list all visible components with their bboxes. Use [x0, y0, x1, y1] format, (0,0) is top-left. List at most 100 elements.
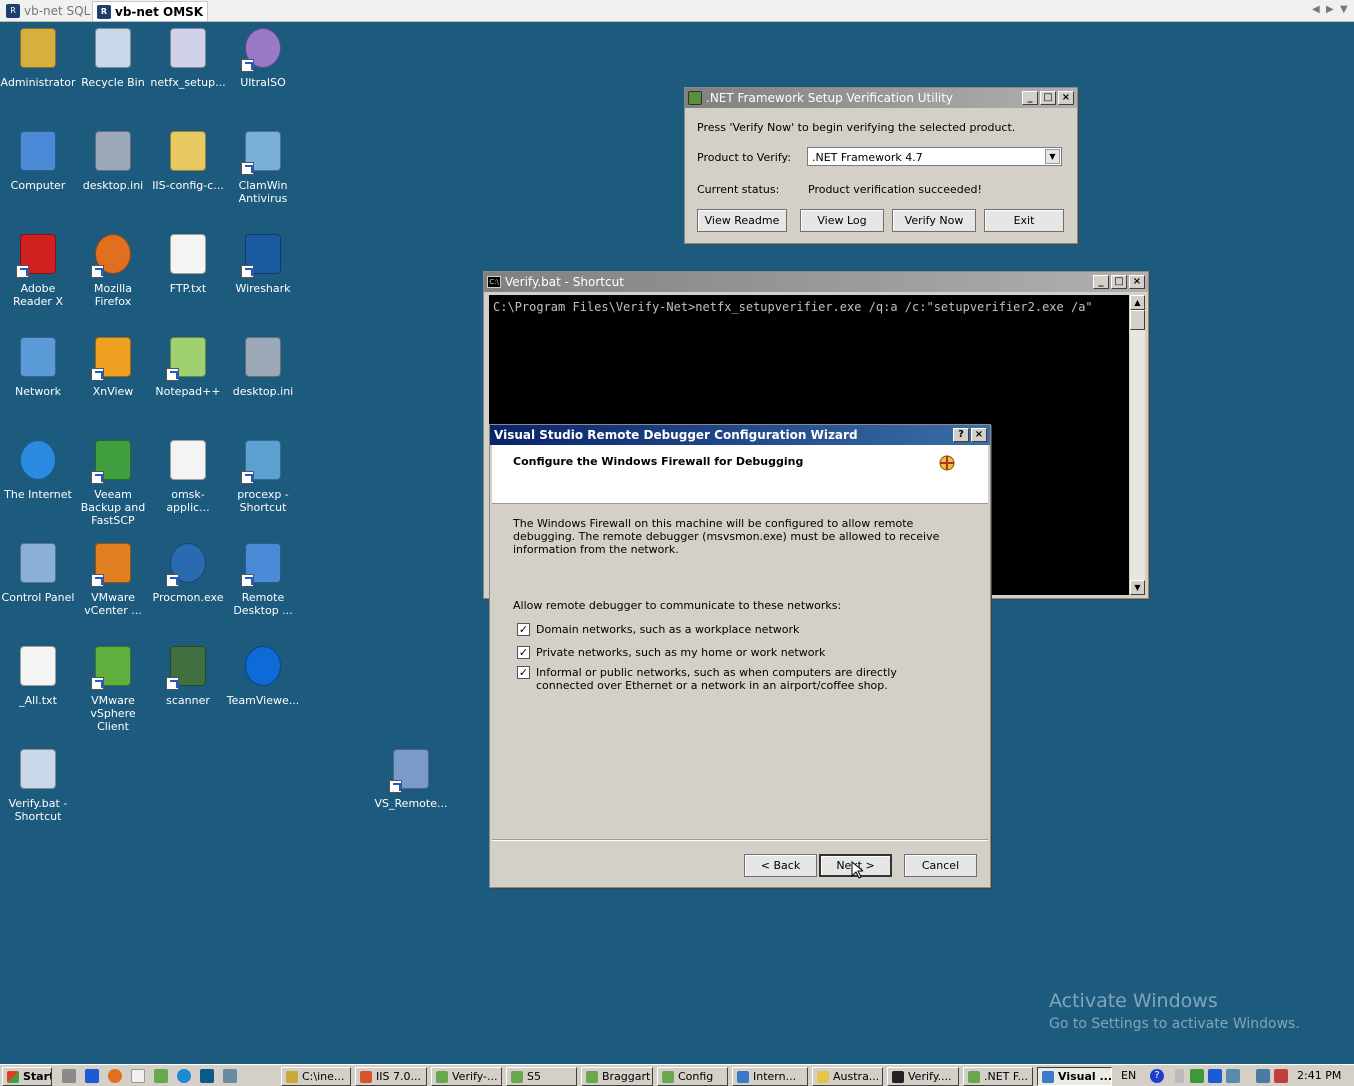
domain-networks-checkbox[interactable]: ✓	[517, 623, 530, 636]
desktop-icon[interactable]: Adobe Reader X	[0, 228, 76, 308]
language-indicator[interactable]: EN	[1121, 1069, 1136, 1082]
desktop-icon[interactable]: Veeam Backup and FastSCP	[75, 434, 151, 527]
desktop-icon[interactable]: desktop.ini	[75, 125, 151, 192]
netfx-title-bar[interactable]: .NET Framework Setup Verification Utilit…	[685, 88, 1077, 108]
scanner-icon[interactable]	[223, 1069, 237, 1083]
view-readme-button[interactable]: View Readme	[697, 209, 787, 232]
network-tool-icon[interactable]	[154, 1069, 168, 1083]
console-title-bar[interactable]: C:\ Verify.bat - Shortcut _ □ ×	[484, 272, 1148, 292]
desktop-icon[interactable]: Notepad++	[150, 331, 226, 398]
taskbar-item[interactable]: Austra...	[812, 1067, 883, 1086]
desktop-icon[interactable]: TeamViewe...	[225, 640, 301, 707]
desktop-icon[interactable]: Network	[0, 331, 76, 398]
desktop-icon[interactable]: VMware vSphere Client	[75, 640, 151, 733]
taskbar-item[interactable]: S5	[506, 1067, 577, 1086]
console-scrollbar[interactable]: ▲ ▼	[1130, 295, 1145, 595]
private-networks-option[interactable]: ✓ Private networks, such as my home or wo…	[517, 646, 957, 659]
display-tray-icon[interactable]	[1226, 1069, 1240, 1083]
desktop-icon-label: desktop.ini	[232, 385, 294, 398]
desktop-icon[interactable]: XnView	[75, 331, 151, 398]
desktop-icon[interactable]: Procmon.exe	[150, 537, 226, 604]
wizard-title-bar[interactable]: Visual Studio Remote Debugger Configurat…	[490, 425, 990, 445]
back-button[interactable]: < Back	[744, 854, 817, 877]
taskbar-item-icon	[968, 1070, 980, 1083]
help-icon[interactable]: ?	[1150, 1069, 1164, 1083]
desktop-icon[interactable]: _All.txt	[0, 640, 76, 707]
desktop-icon[interactable]: FTP.txt	[150, 228, 226, 295]
desktop-icon[interactable]: Computer	[0, 125, 76, 192]
desktop-icon[interactable]: IIS-config-c...	[150, 125, 226, 192]
desktop-icon[interactable]: netfx_setup...	[150, 22, 226, 89]
minimize-button[interactable]: _	[1093, 275, 1109, 289]
verify-now-button[interactable]: Verify Now	[892, 209, 976, 232]
desktop-icon[interactable]: procexp - Shortcut	[225, 434, 301, 514]
desktop-icon[interactable]: Wireshark	[225, 228, 301, 295]
public-networks-checkbox[interactable]: ✓	[517, 666, 530, 679]
scroll-right-icon[interactable]: ▶	[1326, 4, 1334, 15]
desktop-icon[interactable]: Mozilla Firefox	[75, 228, 151, 308]
rdp-tab-omsk[interactable]: R vb-net OMSK	[92, 1, 209, 21]
taskbar-item[interactable]: Braggart	[581, 1067, 653, 1086]
scroll-up-icon[interactable]: ▲	[1130, 295, 1145, 310]
wireshark-icon[interactable]	[200, 1069, 214, 1083]
help-button[interactable]: ?	[953, 428, 969, 442]
network-tray-icon[interactable]	[1208, 1069, 1222, 1083]
desktop-icon[interactable]: Remote Desktop ...	[225, 537, 301, 617]
maximize-button[interactable]: □	[1111, 275, 1127, 289]
taskbar-item[interactable]: Visual ...	[1037, 1067, 1112, 1086]
exit-button[interactable]: Exit	[984, 209, 1064, 232]
desktop-icon[interactable]: Control Panel	[0, 537, 76, 604]
scroll-left-icon[interactable]: ◀	[1312, 4, 1320, 15]
close-button[interactable]: ×	[1129, 275, 1145, 289]
desktop-icon[interactable]: desktop.ini	[225, 331, 301, 398]
taskbar-item[interactable]: Verify....	[887, 1067, 959, 1086]
powershell-icon[interactable]	[85, 1069, 99, 1083]
desktop-icon[interactable]: UltraISO	[225, 22, 301, 89]
remote-tray-icon[interactable]	[1256, 1069, 1270, 1083]
close-button[interactable]: ×	[971, 428, 987, 442]
desktop-icon[interactable]: scanner	[150, 640, 226, 707]
maximize-button[interactable]: □	[1040, 91, 1056, 105]
rdp-tab-sql[interactable]: R vb-net SQL	[2, 1, 94, 21]
taskbar-item-label: S5	[527, 1070, 541, 1083]
taskbar-item[interactable]: .NET F...	[963, 1067, 1033, 1086]
clock[interactable]: 2:41 PM	[1297, 1069, 1341, 1082]
antivirus-tray-icon[interactable]	[1190, 1069, 1204, 1083]
taskbar-item[interactable]: IIS 7.0...	[355, 1067, 427, 1086]
desktop-icon-label: TeamViewe...	[226, 694, 300, 707]
scrollbar-thumb[interactable]	[1130, 310, 1145, 330]
private-networks-checkbox[interactable]: ✓	[517, 646, 530, 659]
security-tray-icon[interactable]	[1274, 1069, 1288, 1083]
tray-expand-icon[interactable]	[1175, 1069, 1184, 1083]
taskbar-item[interactable]: C:\ine...	[281, 1067, 351, 1086]
product-select[interactable]: .NET Framework 4.7 ▼	[807, 147, 1062, 166]
desktop-icon[interactable]: VMware vCenter ...	[75, 537, 151, 617]
server-manager-icon[interactable]	[62, 1069, 76, 1083]
taskbar-item-icon	[511, 1070, 523, 1083]
close-button[interactable]: ×	[1058, 91, 1074, 105]
firefox-icon[interactable]	[108, 1069, 122, 1083]
desktop-icon[interactable]: Verify.bat - Shortcut	[0, 743, 76, 823]
taskbar-item[interactable]: Verify-...	[431, 1067, 502, 1086]
desktop-icon[interactable]: omsk-applic...	[150, 434, 226, 514]
domain-networks-option[interactable]: ✓ Domain networks, such as a workplace ne…	[517, 623, 957, 636]
teamviewer-icon[interactable]	[177, 1069, 191, 1083]
desktop-icon[interactable]: VS_Remote...	[373, 743, 449, 810]
taskbar-item[interactable]: Intern...	[732, 1067, 808, 1086]
tabs-menu-icon[interactable]: ▼	[1340, 4, 1348, 15]
desktop-icon[interactable]: The Internet	[0, 434, 76, 501]
desktop-icon[interactable]: ClamWin Antivirus	[225, 125, 301, 205]
public-networks-option[interactable]: ✓ Informal or public networks, such as wh…	[517, 666, 947, 692]
cancel-button[interactable]: Cancel	[904, 854, 977, 877]
view-log-button[interactable]: View Log	[800, 209, 884, 232]
minimize-button[interactable]: _	[1022, 91, 1038, 105]
text-file-icon	[16, 642, 60, 690]
desktop-icon[interactable]: Administrator	[0, 22, 76, 89]
internet-explorer-icon	[16, 436, 60, 484]
start-button[interactable]: Start	[2, 1067, 52, 1086]
taskbar-item[interactable]: Config	[657, 1067, 728, 1086]
desktop-icon[interactable]: Recycle Bin	[75, 22, 151, 89]
scroll-down-icon[interactable]: ▼	[1130, 580, 1145, 595]
chevron-down-icon[interactable]: ▼	[1045, 149, 1060, 164]
notepad-icon[interactable]	[131, 1069, 145, 1083]
